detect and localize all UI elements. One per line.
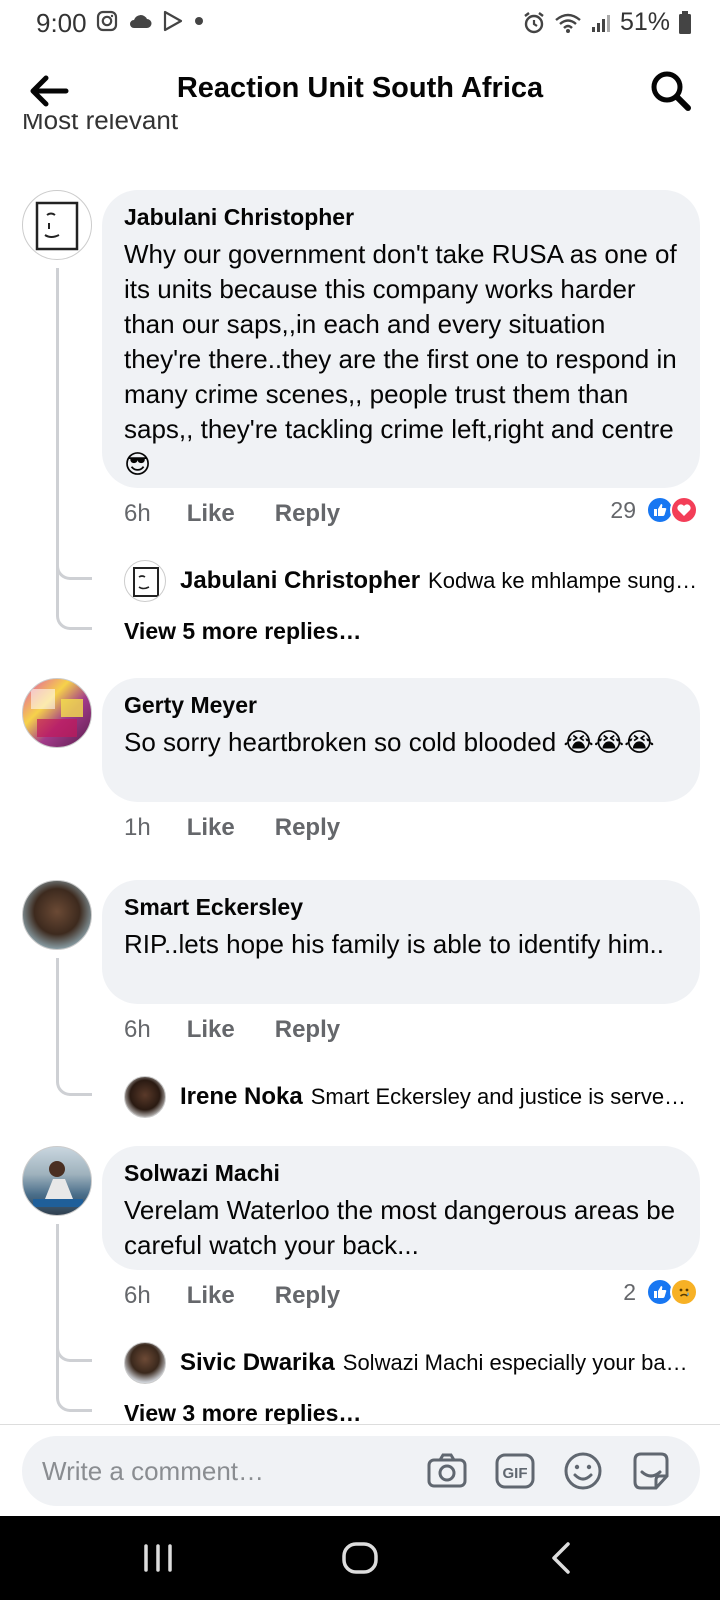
status-bar: 9:00 51% — [0, 0, 720, 48]
comment-bubble[interactable]: Gerty Meyer So sorry heartbroken so cold… — [102, 678, 700, 802]
reply-button[interactable]: Reply — [275, 814, 340, 842]
comment-time: 6h — [124, 500, 151, 527]
back-nav-icon[interactable] — [542, 1538, 582, 1578]
you-can-logo-icon — [35, 201, 79, 251]
reactions-summary[interactable]: 2 — [623, 1278, 698, 1306]
comment-time: 6h — [124, 1282, 151, 1309]
reply-author[interactable]: Jabulani Christopher — [180, 567, 420, 595]
comment-actions: 6h Like Reply — [124, 1282, 340, 1310]
view-more-replies-link[interactable]: View 3 more replies… — [124, 1400, 361, 1424]
avatar[interactable] — [22, 678, 92, 748]
comment-time: 6h — [124, 1016, 151, 1043]
comment-actions: 6h Like Reply — [124, 1016, 340, 1044]
comment-actions: 1h Like Reply — [124, 814, 340, 842]
cloud-icon — [130, 15, 152, 28]
avatar[interactable] — [124, 1076, 166, 1118]
system-nav-bar — [0, 1516, 720, 1600]
comment-text: Why our government don't take RUSA as on… — [124, 239, 677, 479]
notification-dot-icon — [195, 17, 203, 25]
thread-line — [56, 958, 92, 1096]
wifi-icon — [555, 13, 581, 33]
comment-bubble[interactable]: Smart Eckersley RIP..lets hope his famil… — [102, 880, 700, 1004]
composer-divider — [0, 1424, 720, 1425]
comment-text: RIP..lets hope his family is able to ide… — [124, 929, 664, 959]
search-icon[interactable] — [648, 68, 694, 114]
reply-button[interactable]: Reply — [275, 1016, 340, 1044]
reply-author[interactable]: Irene Noka — [180, 1083, 303, 1111]
battery-icon — [679, 10, 691, 34]
comment-composer[interactable]: Write a comment… GIF — [22, 1436, 700, 1506]
like-button[interactable]: Like — [187, 1016, 235, 1044]
reply-author[interactable]: Sivic Dwarika — [180, 1349, 335, 1377]
comment-bubble[interactable]: Jabulani Christopher Why our government … — [102, 190, 700, 488]
battery-level: 51% — [619, 8, 670, 36]
page-title: Reaction Unit South Africa — [176, 72, 544, 104]
avatar[interactable] — [124, 560, 166, 602]
sad-reaction-icon — [670, 1278, 698, 1306]
thread-line — [56, 268, 92, 580]
comment-author[interactable]: Jabulani Christopher — [124, 204, 680, 231]
sticker-icon[interactable] — [630, 1450, 672, 1492]
comment-actions: 6h Like Reply — [124, 500, 340, 528]
reply-preview[interactable]: Irene Noka Smart Eckersley and justice i… — [124, 1076, 704, 1118]
comment-bubble[interactable]: Solwazi Machi Verelam Waterloo the most … — [102, 1146, 700, 1270]
reply-text: Solwazi Machi especially your ba… — [342, 1350, 688, 1375]
reply-text: Kodwa ke mhlampe sung… — [428, 568, 698, 593]
alarm-icon — [524, 11, 544, 33]
avatar[interactable] — [22, 1146, 92, 1216]
reaction-count: 29 — [610, 496, 636, 523]
play-store-icon — [163, 10, 183, 32]
camera-icon[interactable] — [426, 1450, 468, 1492]
status-time: 9:00 — [36, 8, 87, 38]
reactions-summary[interactable]: 29 — [610, 496, 698, 524]
you-can-logo-icon — [133, 567, 159, 597]
collage-photo-icon — [31, 689, 83, 737]
comment-text: So sorry heartbroken so cold blooded 😭😭😭 — [124, 727, 655, 757]
avatar[interactable] — [22, 190, 92, 260]
instagram-icon — [96, 10, 118, 32]
like-button[interactable]: Like — [187, 814, 235, 842]
emoji-icon[interactable] — [562, 1450, 604, 1492]
avatar[interactable] — [22, 880, 92, 950]
comment-input[interactable]: Write a comment… — [42, 1456, 264, 1487]
comment-author[interactable]: Solwazi Machi — [124, 1160, 680, 1187]
signal-icon — [591, 14, 610, 32]
recent-apps-icon[interactable] — [138, 1538, 178, 1578]
like-button[interactable]: Like — [187, 500, 235, 528]
thread-line — [56, 1340, 92, 1412]
reply-button[interactable]: Reply — [275, 1282, 340, 1310]
comment-time: 1h — [124, 814, 151, 841]
svg-text:GIF: GIF — [503, 1465, 528, 1482]
thread-line — [56, 560, 92, 630]
comment-author[interactable]: Gerty Meyer — [124, 692, 680, 719]
sort-label[interactable]: Most relevant — [22, 114, 178, 138]
reaction-count: 2 — [623, 1278, 636, 1305]
reply-preview[interactable]: Jabulani Christopher Kodwa ke mhlampe su… — [124, 560, 704, 602]
reply-button[interactable]: Reply — [275, 500, 340, 528]
avatar[interactable] — [124, 1342, 166, 1384]
comment-text: Verelam Waterloo the most dangerous area… — [124, 1195, 676, 1260]
view-more-replies-link[interactable]: View 5 more replies… — [124, 618, 361, 645]
love-reaction-icon — [670, 496, 698, 524]
gif-icon[interactable]: GIF — [494, 1450, 536, 1492]
like-button[interactable]: Like — [187, 1282, 235, 1310]
reply-preview[interactable]: Sivic Dwarika Solwazi Machi especially y… — [124, 1342, 704, 1384]
reply-text: Smart Eckersley and justice is serve… — [310, 1084, 687, 1109]
comment-author[interactable]: Smart Eckersley — [124, 894, 680, 921]
person-photo-icon — [33, 1161, 83, 1207]
home-icon[interactable] — [340, 1538, 380, 1578]
